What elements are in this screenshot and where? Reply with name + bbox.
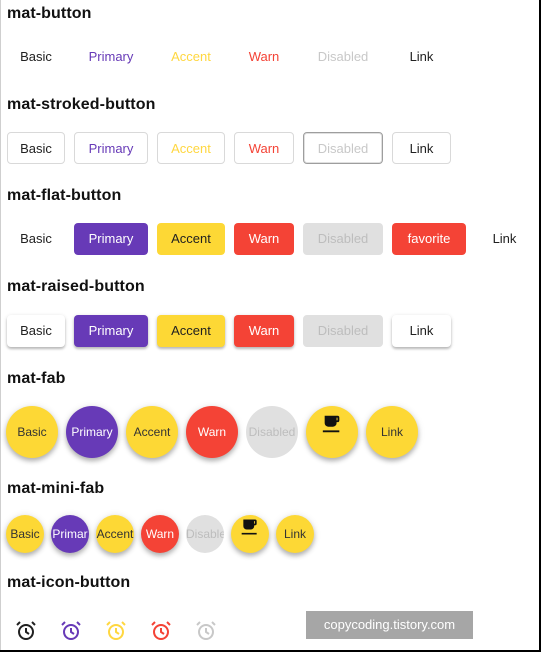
flat-favorite-button[interactable]: favorite <box>392 223 466 255</box>
section-title-mat-icon-button: mat-icon-button <box>7 574 131 591</box>
section-title-mat-raised-button: mat-raised-button <box>7 278 145 295</box>
accent-button[interactable]: Accent <box>157 41 225 73</box>
stroked-disabled-button: Disabled <box>303 132 383 164</box>
watermark: copycoding.tistory.com <box>306 611 473 639</box>
coffee-icon <box>321 406 343 457</box>
alarm-icon <box>59 621 83 647</box>
fab-accent-button[interactable]: Accent <box>126 406 178 458</box>
mini-fab-disabled-button: Disable <box>186 515 224 553</box>
mini-fab-accent-button[interactable]: Accent <box>96 515 134 553</box>
alarm-icon <box>104 621 128 647</box>
flat-basic-button[interactable]: Basic <box>7 223 65 255</box>
alarm-icon <box>149 621 173 647</box>
raised-disabled-button: Disabled <box>303 315 383 347</box>
fab-warn-button[interactable]: Warn <box>186 406 238 458</box>
stroked-accent-button[interactable]: Accent <box>157 132 225 164</box>
mini-fab-warn-button[interactable]: Warn <box>141 515 179 553</box>
mini-fab-primary-button[interactable]: Primar <box>51 515 89 553</box>
stroked-primary-button[interactable]: Primary <box>74 132 148 164</box>
mini-fab-basic-button[interactable]: Basic <box>6 515 44 553</box>
raised-accent-button[interactable]: Accent <box>157 315 225 347</box>
section-title-mat-fab: mat-fab <box>7 370 66 387</box>
warn-button[interactable]: Warn <box>234 41 294 73</box>
alarm-icon <box>14 621 38 647</box>
fab-primary-button[interactable]: Primary <box>66 406 118 458</box>
section-title-mat-mini-fab: mat-mini-fab <box>7 480 105 497</box>
section-title-mat-button: mat-button <box>7 5 92 22</box>
icon-button-basic[interactable] <box>14 619 38 643</box>
flat-link-button[interactable]: Link <box>475 223 534 255</box>
icon-button-primary[interactable] <box>59 619 83 643</box>
icon-button-disabled <box>194 619 218 643</box>
fab-coffee-button[interactable] <box>306 406 358 458</box>
raised-basic-button[interactable]: Basic <box>7 315 65 347</box>
flat-disabled-button: Disabled <box>303 223 383 255</box>
section-title-mat-stroked-button: mat-stroked-button <box>7 96 156 113</box>
icon-button-accent[interactable] <box>104 619 128 643</box>
raised-primary-button[interactable]: Primary <box>74 315 148 347</box>
mini-fab-link-button[interactable]: Link <box>276 515 314 553</box>
raised-warn-button[interactable]: Warn <box>234 315 294 347</box>
coffee-icon <box>240 515 260 552</box>
fab-basic-button[interactable]: Basic <box>6 406 58 458</box>
alarm-icon <box>194 621 218 647</box>
fab-disabled-button: Disabled <box>246 406 298 458</box>
fab-link-button[interactable]: Link <box>366 406 418 458</box>
stroked-warn-button[interactable]: Warn <box>234 132 294 164</box>
link-button[interactable]: Link <box>392 41 451 73</box>
icon-button-warn[interactable] <box>149 619 173 643</box>
section-title-mat-flat-button: mat-flat-button <box>7 187 122 204</box>
mini-fab-coffee-button[interactable] <box>231 515 269 553</box>
flat-accent-button[interactable]: Accent <box>157 223 225 255</box>
stroked-link-button[interactable]: Link <box>392 132 451 164</box>
flat-warn-button[interactable]: Warn <box>234 223 294 255</box>
flat-primary-button[interactable]: Primary <box>74 223 148 255</box>
disabled-button: Disabled <box>317 49 369 64</box>
primary-button[interactable]: Primary <box>74 41 148 73</box>
basic-button[interactable]: Basic <box>7 41 65 73</box>
raised-link-button[interactable]: Link <box>392 315 451 347</box>
stroked-basic-button[interactable]: Basic <box>7 132 65 164</box>
